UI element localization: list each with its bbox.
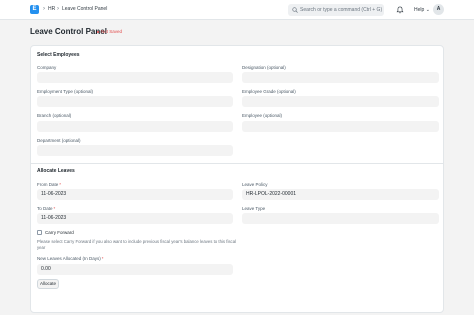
to-date-label: To Date* — [37, 206, 56, 211]
breadcrumb-hr[interactable]: HR — [48, 5, 55, 14]
employee-grade-field[interactable] — [242, 96, 439, 107]
branch-field[interactable] — [37, 121, 233, 132]
employee-grade-label: Employee Grade (optional) — [242, 89, 296, 94]
avatar[interactable]: A — [433, 4, 444, 15]
carry-forward-help-text: Please select Carry Forward if you also … — [37, 239, 237, 250]
help-dropdown[interactable]: Help ⌄ — [414, 6, 430, 14]
chevron-down-icon: ⌄ — [425, 7, 430, 13]
carry-forward-label[interactable]: Carry Forward — [45, 230, 74, 235]
page-title: Leave Control Panel — [30, 27, 107, 36]
employee-label: Employee (optional) — [242, 113, 283, 118]
employee-field[interactable] — [242, 121, 439, 132]
status-dot-icon — [97, 30, 99, 33]
leave-type-label: Leave Type — [242, 206, 266, 211]
leave-type-field[interactable] — [242, 213, 439, 224]
carry-forward-checkbox[interactable] — [37, 230, 42, 235]
chevron-right-icon: › — [57, 6, 59, 12]
status-badge: Not Saved — [101, 29, 123, 34]
required-mark: * — [101, 256, 104, 261]
department-label: Department (optional) — [37, 138, 81, 143]
required-mark: * — [59, 182, 62, 187]
chevron-right-icon: › — [43, 6, 45, 12]
search-bar[interactable] — [288, 4, 384, 16]
leave-policy-label: Leave Policy — [242, 182, 268, 187]
breadcrumb-leave-control-panel[interactable]: Leave Control Panel — [62, 5, 107, 14]
allocate-button[interactable]: Allocate — [37, 279, 59, 289]
bell-icon[interactable] — [396, 6, 404, 14]
section-divider — [31, 163, 443, 164]
status-indicator: Not Saved — [97, 29, 122, 34]
section-allocate-leaves: Allocate Leaves — [37, 168, 75, 174]
search-input[interactable] — [300, 4, 382, 16]
new-leaves-allocated-label: New Leaves Allocated (In Days)* — [37, 256, 104, 261]
employment-type-field[interactable] — [37, 96, 233, 107]
to-date-field[interactable]: 11-06-2023 — [37, 213, 233, 224]
branch-label: Branch (optional) — [37, 113, 72, 118]
search-icon — [292, 7, 298, 13]
required-mark: * — [53, 206, 56, 211]
section-select-employees: Select Employees — [37, 52, 80, 58]
leave-policy-field[interactable]: HR-LPOL-2022-00001 — [242, 189, 439, 200]
form-card: Select Employees Company Designation (op… — [30, 45, 444, 313]
department-field[interactable] — [37, 145, 233, 156]
from-date-label: From Date* — [37, 182, 62, 187]
new-leaves-allocated-field[interactable]: 0.00 — [37, 264, 233, 275]
company-field[interactable] — [37, 72, 233, 83]
from-date-field[interactable]: 11-06-2023 — [37, 189, 233, 200]
designation-field[interactable] — [242, 72, 439, 83]
designation-label: Designation (optional) — [242, 65, 286, 70]
help-label: Help — [414, 7, 425, 13]
company-label: Company — [37, 65, 57, 70]
employment-type-label: Employment Type (optional) — [37, 89, 93, 94]
navbar: E › HR › Leave Control Panel Help ⌄ A — [0, 0, 474, 20]
app-logo[interactable]: E — [30, 5, 39, 14]
